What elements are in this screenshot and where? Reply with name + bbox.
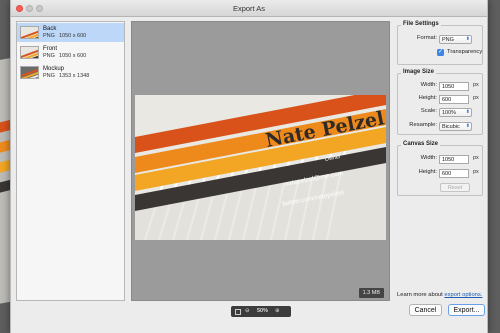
image-height-label: Height:	[418, 95, 437, 101]
export-as-dialog: Export As Back PNG 1050 x 600 Front PNG 10…	[10, 0, 488, 333]
resample-label: Resample:	[409, 122, 437, 128]
cancel-button[interactable]: Cancel	[409, 304, 442, 316]
asset-name: Front	[43, 46, 58, 52]
image-size-group: Image Size Width: 1050 px Height: 600 px…	[397, 69, 483, 135]
asset-item-front[interactable]: Front PNG 1050 x 600	[17, 43, 124, 62]
canvas-width-label: Width:	[420, 155, 437, 161]
asset-list: Back PNG 1050 x 600 Front PNG 1050 x 600 M…	[16, 21, 125, 301]
select-arrow-icon: ⬍	[465, 36, 470, 42]
resample-select[interactable]: Bicubic ⬍	[439, 122, 472, 131]
zoom-bar: ⊖ 50% ⊕	[231, 306, 291, 317]
image-width-field[interactable]: 1050	[439, 82, 469, 91]
canvas-width-field[interactable]: 1050	[439, 155, 469, 164]
fit-to-view-icon[interactable]	[235, 308, 241, 315]
canvas-height-field[interactable]: 600	[439, 169, 469, 178]
asset-item-back[interactable]: Back PNG 1050 x 600	[17, 23, 124, 42]
export-preview[interactable]: Nate Pelzel Owner natepelzel@me.com twit…	[131, 21, 390, 301]
select-arrow-icon: ⬍	[465, 123, 470, 129]
asset-meta: PNG 1050 x 600	[43, 33, 87, 39]
canvas-size-title: Canvas Size	[401, 141, 441, 147]
zoom-in-icon[interactable]: ⊕	[275, 308, 280, 314]
learn-more-text: Learn more about export options.	[397, 292, 483, 298]
image-width-unit: px	[473, 82, 479, 88]
asset-name: Mockup	[43, 66, 65, 72]
asset-item-mockup[interactable]: Mockup PNG 1353 x 1348	[17, 63, 124, 82]
asset-thumbnail	[20, 46, 39, 59]
scale-select[interactable]: 100% ⬍	[439, 108, 472, 117]
zoom-out-icon[interactable]: ⊖	[245, 308, 250, 314]
file-settings-group: File Settings Format: PNG ⬍ ✓ Transparenc…	[397, 21, 483, 65]
image-height-unit: px	[473, 95, 479, 101]
format-select[interactable]: PNG ⬍	[439, 35, 472, 44]
asset-thumbnail	[20, 66, 39, 79]
window-title: Export As	[232, 4, 266, 13]
transparency-label: Transparency	[447, 49, 483, 55]
canvas-height-unit: px	[473, 169, 479, 175]
title-bar: Export As	[11, 0, 487, 17]
export-button[interactable]: Export...	[448, 304, 485, 316]
image-size-title: Image Size	[401, 69, 437, 75]
select-arrow-icon: ⬍	[465, 109, 470, 115]
canvas-width-unit: px	[473, 155, 479, 161]
file-size-badge: 1.3 MB	[358, 288, 384, 298]
format-label: Format:	[417, 35, 437, 41]
asset-meta: PNG 1050 x 600	[43, 53, 87, 59]
asset-meta: PNG 1353 x 1348	[43, 73, 90, 79]
export-options-link[interactable]: export options.	[444, 292, 482, 298]
scale-label: Scale:	[420, 108, 437, 114]
canvas-height-label: Height:	[418, 169, 437, 175]
transparency-checkbox[interactable]: ✓	[437, 49, 444, 56]
canvas-size-group: Canvas Size Width: 1050 px Height: 600 p…	[397, 141, 483, 196]
image-width-label: Width:	[420, 82, 437, 88]
business-card-preview: Nate Pelzel Owner natepelzel@me.com twit…	[135, 95, 386, 240]
asset-thumbnail	[20, 26, 39, 39]
business-card-artwork: Nate Pelzel Owner natepelzel@me.com twit…	[135, 95, 386, 240]
asset-name: Back	[43, 26, 57, 32]
file-settings-title: File Settings	[401, 21, 441, 27]
zoom-level: 50%	[257, 308, 269, 314]
reset-button[interactable]: Reset	[440, 183, 470, 192]
image-height-field[interactable]: 600	[439, 95, 469, 104]
